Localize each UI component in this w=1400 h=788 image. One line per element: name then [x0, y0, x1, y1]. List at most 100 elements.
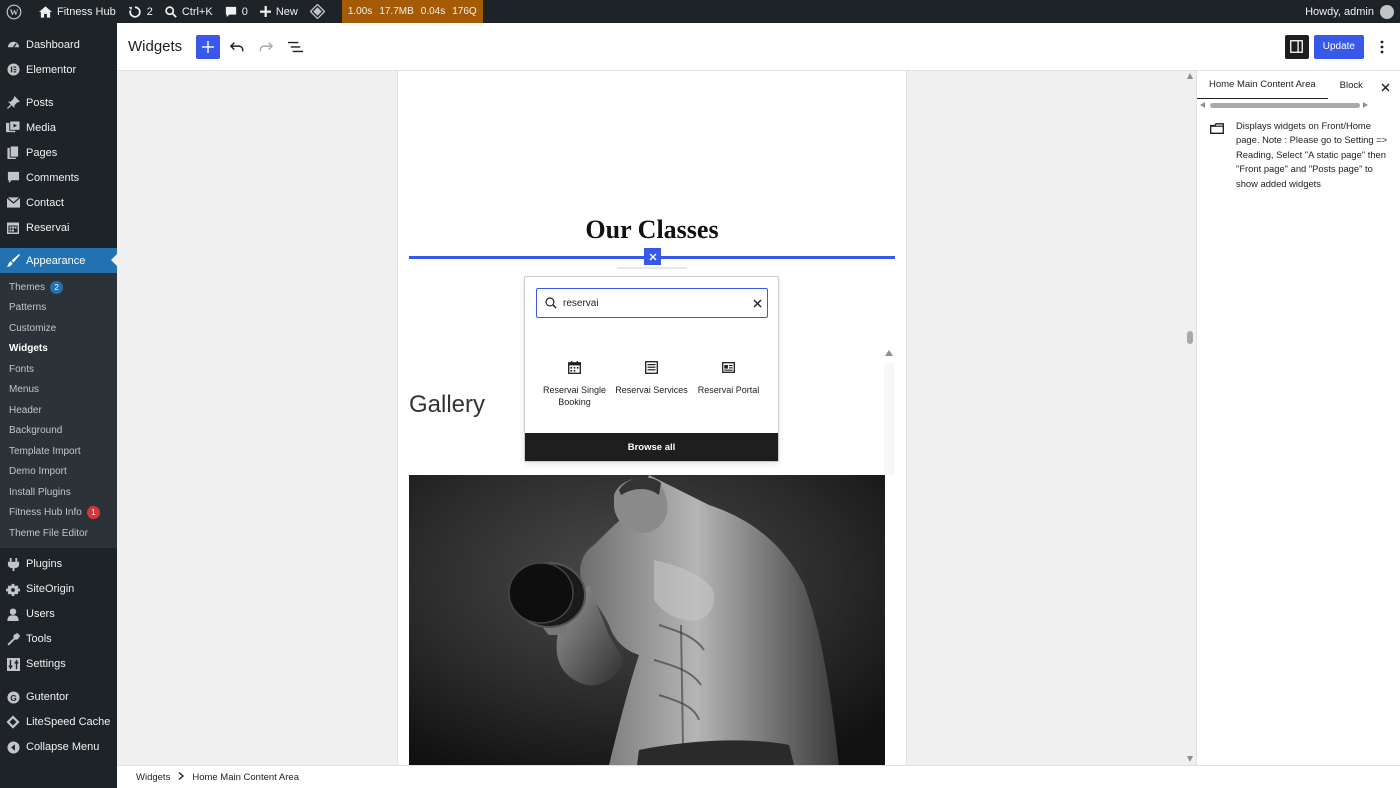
sidebar-item-dashboard[interactable]: Dashboard	[0, 32, 117, 57]
editor-header: Widgets Update	[117, 23, 1400, 71]
update-button[interactable]: Update	[1313, 34, 1364, 59]
sidebar-item-media[interactable]: Media	[0, 115, 117, 140]
sidebar-item-users[interactable]: Users	[0, 602, 117, 627]
brush-icon	[6, 254, 20, 268]
mail-icon	[6, 196, 20, 210]
submenu-item-header[interactable]: Header	[0, 400, 117, 421]
sidebar-item-appearance[interactable]: Appearance	[0, 248, 117, 273]
scroll-left-arrow-icon[interactable]	[1200, 102, 1205, 108]
scrollbar-thumb[interactable]	[1187, 331, 1193, 344]
redo-button[interactable]	[254, 35, 278, 59]
comments-link[interactable]: 0	[219, 0, 254, 23]
document-overview-button[interactable]	[283, 35, 307, 59]
search-icon	[545, 297, 557, 309]
sidebar-item-plugins[interactable]: Plugins	[0, 552, 117, 577]
sidebar-item-elementor[interactable]: Elementor	[0, 57, 117, 82]
scrollbar-thumb[interactable]	[1210, 103, 1360, 108]
submenu-item-background[interactable]: Background	[0, 421, 117, 442]
submenu-item-customize[interactable]: Customize	[0, 318, 117, 339]
widget-area-icon	[1210, 119, 1224, 191]
undo-button[interactable]	[225, 35, 249, 59]
block-search-field[interactable]	[536, 288, 768, 318]
add-block-button[interactable]	[196, 34, 221, 59]
site-name-link[interactable]: Fitness Hub	[33, 0, 122, 23]
tabs-horizontal-scrollbar[interactable]	[1200, 100, 1397, 110]
submenu-item-label: Demo Import	[9, 466, 67, 478]
sidebar-item-litespeed-cache[interactable]: LiteSpeed Cache	[0, 710, 117, 735]
home-icon	[39, 5, 52, 18]
collapse-menu-button[interactable]: Collapse Menu	[0, 735, 117, 760]
sidebar-item-contact[interactable]: Contact	[0, 190, 117, 215]
sidebar-item-settings[interactable]: Settings	[0, 652, 117, 677]
litespeed-icon	[6, 715, 20, 729]
block-search-input[interactable]	[563, 297, 747, 309]
submenu-item-install-plugins[interactable]: Install Plugins	[0, 482, 117, 503]
submenu-item-fonts[interactable]: Fonts	[0, 359, 117, 380]
classes-heading[interactable]: Our Classes	[398, 215, 906, 245]
svg-text:W: W	[10, 7, 19, 17]
sidebar-item-label: Settings	[26, 658, 66, 670]
submenu-item-theme-file-editor[interactable]: Theme File Editor	[0, 523, 117, 544]
scroll-up-arrow-icon[interactable]	[1187, 73, 1193, 79]
sidebar-item-label: Media	[26, 121, 56, 134]
submenu-item-widgets[interactable]: Widgets	[0, 339, 117, 360]
sidebar-item-siteorigin[interactable]: SiteOrigin	[0, 577, 117, 602]
tab-widget-area[interactable]: Home Main Content Area	[1197, 71, 1328, 99]
wrench-icon	[6, 632, 20, 646]
submenu-item-template-import[interactable]: Template Import	[0, 441, 117, 462]
canvas-scrollbar[interactable]	[1185, 71, 1196, 765]
browse-all-button[interactable]: Browse all	[525, 433, 778, 461]
submenu-item-menus[interactable]: Menus	[0, 380, 117, 401]
sidebar-item-reservai[interactable]: Reservai	[0, 215, 117, 240]
scroll-up-icon[interactable]	[885, 350, 893, 356]
submenu-item-themes[interactable]: Themes 2	[0, 277, 117, 298]
widget-area-description-text: Displays widgets on Front/Home page. Not…	[1236, 120, 1388, 189]
updates-count: 2	[146, 5, 153, 18]
submenu-item-patterns[interactable]: Patterns	[0, 298, 117, 319]
sidebar-item-comments[interactable]: Comments	[0, 165, 117, 190]
settings-sidebar-toggle[interactable]	[1284, 34, 1309, 59]
sidebar-item-label: Plugins	[26, 558, 63, 570]
howdy-text: Howdy, admin	[1305, 5, 1374, 18]
clear-search-button[interactable]	[747, 299, 767, 308]
calendar-icon	[6, 221, 20, 235]
breadcrumb-root[interactable]: Widgets	[136, 772, 170, 783]
sidebar-item-label: Users	[26, 608, 55, 620]
block-result-services[interactable]: Reservai Services	[613, 355, 690, 408]
perf-memory: 17.7MB	[379, 6, 414, 17]
new-content-link[interactable]: New	[254, 0, 304, 23]
block-result-portal[interactable]: Reservai Portal	[690, 355, 767, 408]
perf-db-time: 0.04s	[420, 6, 446, 17]
submenu-item-label: Fonts	[9, 363, 35, 375]
block-result-single-booking[interactable]: Reservai Single Booking	[536, 355, 613, 408]
calendar-icon	[568, 355, 581, 379]
wordpress-logo-icon[interactable]: W	[0, 0, 33, 23]
new-label: New	[275, 5, 298, 18]
close-inserter-button[interactable]	[644, 248, 661, 265]
query-monitor-stats[interactable]: 1.00s 17.7MB 0.04s 176Q	[341, 0, 483, 23]
tab-block[interactable]: Block	[1328, 71, 1375, 99]
sidebar-item-tools[interactable]: Tools	[0, 627, 117, 652]
scroll-right-arrow-icon[interactable]	[1363, 102, 1368, 108]
close-settings-button[interactable]	[1381, 80, 1390, 95]
sidebar-item-label: Reservai	[26, 221, 70, 234]
submenu-item-fitness-hub-info[interactable]: Fitness Hub Info 1	[0, 503, 117, 524]
breadcrumb-current[interactable]: Home Main Content Area	[192, 772, 299, 783]
submenu-item-demo-import[interactable]: Demo Import	[0, 462, 117, 483]
sidebar-item-pages[interactable]: Pages	[0, 140, 117, 165]
sidebar-item-label: Comments	[26, 171, 80, 184]
gallery-image[interactable]	[409, 475, 885, 765]
search-icon	[165, 5, 177, 18]
updates-link[interactable]: 2	[122, 0, 159, 23]
sidebar-item-gutentor[interactable]: G Gutentor	[0, 685, 117, 710]
block-result-label: Reservai Single Booking	[542, 385, 607, 407]
close-icon	[649, 253, 656, 260]
scroll-down-arrow-icon[interactable]	[1187, 756, 1193, 762]
account-menu[interactable]: Howdy, admin	[1305, 4, 1400, 19]
litespeed-link[interactable]	[304, 0, 336, 23]
comments-count: 0	[241, 5, 248, 18]
gallery-heading[interactable]: Gallery	[409, 391, 485, 419]
options-menu-button[interactable]	[1370, 35, 1394, 59]
command-search-link[interactable]: Ctrl+K	[159, 0, 219, 23]
sidebar-item-posts[interactable]: Posts	[0, 90, 117, 115]
